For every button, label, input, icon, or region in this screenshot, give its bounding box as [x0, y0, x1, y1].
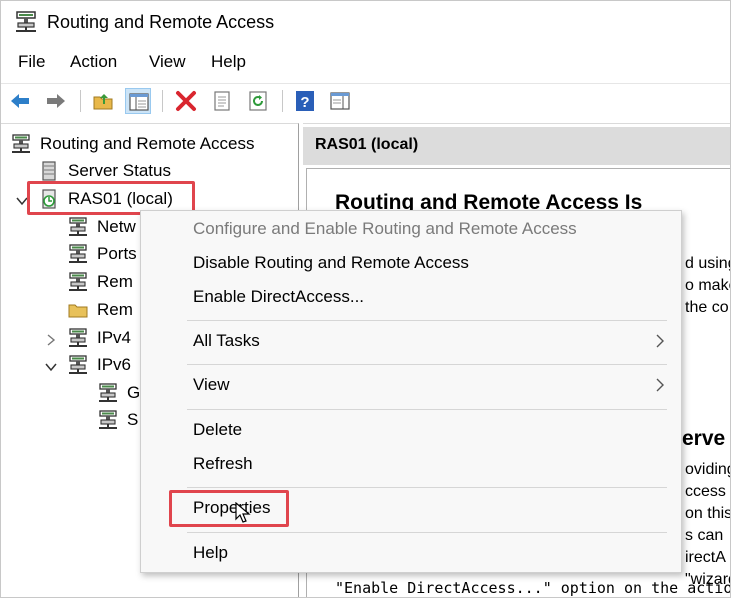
tree-network-interfaces[interactable]: Netw	[68, 215, 136, 239]
tree-label: Netw	[97, 217, 136, 236]
menu-help[interactable]: Help	[193, 543, 228, 563]
tree-remote-access-clients[interactable]: Rem	[68, 270, 133, 294]
ipv4-icon	[69, 328, 87, 347]
svg-text:?: ?	[300, 94, 309, 111]
menu-view[interactable]: View	[193, 375, 230, 395]
menu-refresh[interactable]: Refresh	[193, 454, 253, 474]
tree-label: IPv4	[97, 328, 132, 347]
menu-separator	[187, 320, 667, 321]
up-one-level-button[interactable]	[90, 88, 116, 114]
result-text-fragment: o make	[685, 277, 730, 294]
refresh-button[interactable]	[245, 88, 271, 114]
forward-button[interactable]	[43, 88, 69, 114]
up-folder-icon	[93, 94, 113, 110]
tree-server-status[interactable]: Server Status	[39, 159, 171, 183]
mouse-cursor-icon	[235, 502, 251, 523]
menu-view[interactable]: View	[149, 52, 186, 72]
result-header: RAS01 (local)	[303, 127, 730, 165]
result-text-fragment: ccess	[685, 483, 726, 500]
title-bar[interactable]: Routing and Remote Access	[1, 1, 730, 45]
menu-help[interactable]: Help	[211, 52, 246, 72]
menu-separator	[187, 532, 667, 533]
properties-button[interactable]	[209, 88, 235, 114]
back-arrow-icon	[11, 94, 29, 108]
tree-label: Rem	[97, 300, 133, 319]
help-button[interactable]: ?	[292, 88, 318, 114]
tree-ipv6-general[interactable]: G	[98, 381, 140, 405]
menu-delete[interactable]: Delete	[193, 420, 242, 440]
routing-app-icon	[16, 11, 36, 32]
folder-icon	[68, 304, 88, 318]
result-text-fragment: d using	[685, 255, 730, 272]
toolbar-separator	[162, 90, 163, 112]
back-button[interactable]	[7, 88, 33, 114]
help-icon: ?	[296, 91, 314, 111]
routing-icon	[12, 134, 30, 153]
properties-highlight-box	[169, 490, 289, 527]
menu-separator	[187, 487, 667, 488]
result-heading-2: erve	[682, 427, 726, 450]
window-title: Routing and Remote Access	[47, 12, 275, 32]
tree-label: Server Status	[68, 161, 171, 180]
result-text-fragment: on this	[685, 505, 730, 522]
tree-remote-access-logging[interactable]: Rem	[68, 298, 133, 322]
server-icon	[42, 161, 56, 181]
tree-label: IPv6	[97, 355, 132, 374]
refresh-icon	[249, 91, 267, 111]
tree-ports[interactable]: Ports	[68, 242, 137, 266]
forward-arrow-icon	[47, 94, 65, 108]
show-hide-console-tree-button[interactable]	[125, 88, 151, 114]
tree-label: Routing and Remote Access	[40, 134, 255, 153]
show-hide-action-pane-button[interactable]	[327, 88, 353, 114]
tree-label: G	[127, 383, 141, 402]
mmc-window: Routing and Remote Access File Action Vi…	[0, 0, 731, 598]
tree-ipv4[interactable]: IPv4	[68, 326, 131, 350]
tree-label: Ports	[97, 244, 137, 263]
submenu-arrow-icon	[656, 378, 664, 392]
properties-sheet-icon	[214, 91, 230, 111]
show-hide-tree-icon	[129, 93, 149, 111]
menu-all-tasks[interactable]: All Tasks	[193, 331, 260, 351]
result-text-fragment: s can	[685, 527, 724, 544]
action-pane-icon	[330, 92, 350, 110]
tree-label: Rem	[97, 272, 133, 291]
toolbar: ?	[1, 83, 730, 119]
toolbar-separator	[282, 90, 283, 112]
network-icon	[69, 217, 87, 236]
delete-button[interactable]	[173, 88, 199, 114]
expand-chevron-icon[interactable]	[44, 333, 58, 347]
result-text-bottom: "Enable DirectAccess..." option on the a…	[335, 579, 730, 597]
delete-icon	[176, 91, 196, 111]
submenu-arrow-icon	[656, 334, 664, 348]
menu-separator	[187, 409, 667, 410]
result-text-fragment: oviding	[685, 461, 730, 478]
remote-clients-icon	[69, 272, 87, 291]
result-header-title: RAS01 (local)	[315, 136, 419, 153]
menu-disable-routing[interactable]: Disable Routing and Remote Access	[193, 253, 469, 273]
collapse-chevron-icon[interactable]	[44, 360, 58, 374]
menu-file[interactable]: File	[18, 52, 45, 72]
tree-ipv6-static[interactable]: S	[98, 408, 138, 432]
ports-icon	[69, 244, 87, 263]
menu-separator	[187, 364, 667, 365]
general-icon	[99, 383, 117, 402]
tree-ipv6[interactable]: IPv6	[68, 353, 131, 377]
menu-configure-enable[interactable]: Configure and Enable Routing and Remote …	[193, 219, 577, 239]
tree-root-routing[interactable]: Routing and Remote Access	[11, 132, 255, 156]
menu-bar: File Action View Help	[1, 49, 730, 77]
tree-label: S	[127, 410, 139, 429]
toolbar-separator	[80, 90, 81, 112]
result-text-fragment: irectA	[685, 549, 726, 566]
ipv6-icon	[69, 355, 87, 374]
menu-action[interactable]: Action	[70, 52, 117, 72]
static-routes-icon	[99, 410, 117, 429]
result-text-fragment: the co	[685, 299, 729, 316]
menu-enable-directaccess[interactable]: Enable DirectAccess...	[193, 287, 364, 307]
